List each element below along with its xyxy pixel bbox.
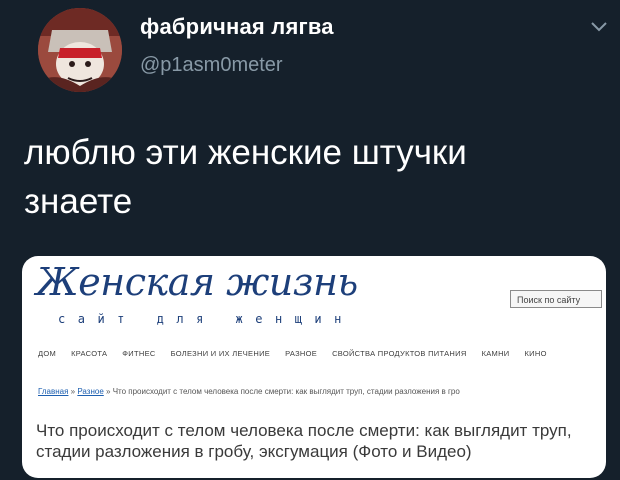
- nav-item-home[interactable]: ДОМ: [38, 349, 56, 358]
- nav-item-diseases[interactable]: БОЛЕЗНИ И ИХ ЛЕЧЕНИЕ: [171, 349, 270, 358]
- tweet-text-line-2: знаете: [24, 182, 133, 221]
- nav-item-beauty[interactable]: КРАСОТА: [71, 349, 107, 358]
- breadcrumb-home-link[interactable]: Главная: [38, 387, 68, 396]
- nav-item-food[interactable]: СВОЙСТВА ПРОДУКТОВ ПИТАНИЯ: [332, 349, 466, 358]
- tweet-text: люблю эти женские штучки знаете: [24, 128, 614, 226]
- nav-item-stones[interactable]: КАМНИ: [482, 349, 510, 358]
- avatar-image: [38, 8, 122, 92]
- article-title: Что происходит с телом человека после см…: [36, 421, 572, 461]
- nav-item-fitness[interactable]: ФИТНЕС: [122, 349, 155, 358]
- nav-item-misc[interactable]: РАЗНОЕ: [285, 349, 317, 358]
- breadcrumb: Главная » Разное » Что происходит с тело…: [38, 387, 606, 396]
- breadcrumb-section-link[interactable]: Разное: [77, 387, 103, 396]
- display-name[interactable]: фабричная лягва: [140, 14, 334, 40]
- site-tagline: сайт для женщин: [58, 312, 354, 326]
- breadcrumb-current: Что происходит с телом человека после см…: [112, 387, 460, 396]
- breadcrumb-separator: »: [103, 387, 113, 396]
- chevron-down-icon[interactable]: [590, 20, 608, 34]
- attached-screenshot-card[interactable]: Женская жизнь сайт для женщин Поиск по с…: [22, 256, 606, 478]
- avatar[interactable]: [38, 8, 122, 92]
- search-input[interactable]: Поиск по сайту: [510, 290, 602, 308]
- nav-item-cinema[interactable]: КИНО: [525, 349, 547, 358]
- site-nav: ДОМ КРАСОТА ФИТНЕС БОЛЕЗНИ И ИХ ЛЕЧЕНИЕ …: [38, 349, 606, 358]
- user-handle[interactable]: @p1asm0meter: [140, 54, 283, 77]
- tweet-text-line-1: люблю эти женские штучки: [24, 133, 467, 172]
- site-logo[interactable]: Женская жизнь: [36, 260, 358, 304]
